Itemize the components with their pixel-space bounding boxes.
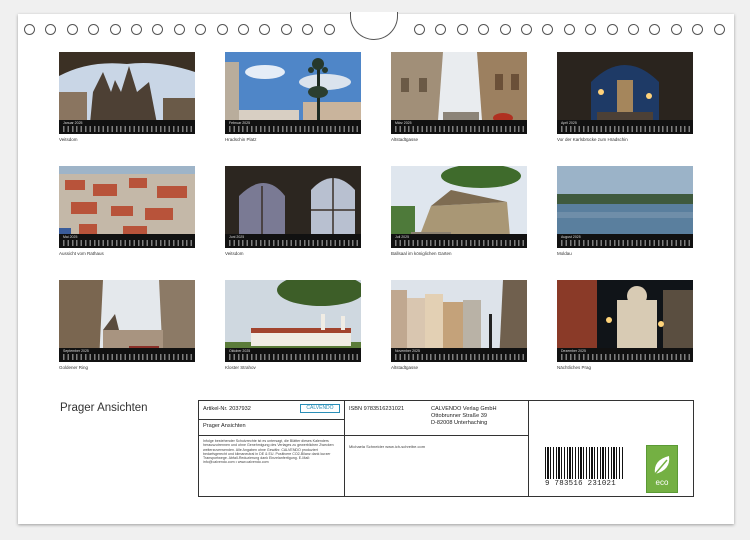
month-thumbnail: März 2025 Altstadtgasse [391,52,527,142]
month-photo: Januar 2025 [59,52,195,134]
month-thumbnail: Januar 2025 Veitsdom [59,52,195,142]
binding-ring [713,24,725,35]
calendar-strip: März 2025 [391,120,527,134]
article-cell: Artikel-Nr. 2037932 CALVENDO Prager Ansi… [199,401,345,496]
binding-ring [323,24,335,35]
calendar-strip: Mai 2025 [59,234,195,248]
calendar-strip: April 2025 [557,120,693,134]
binding-ring [238,24,249,35]
isbn: ISBN 9783516231021 [349,406,405,412]
month-thumbnail: Oktober 2025 Kloster Strahov [225,280,361,370]
calendar-strip: Juni 2025 [225,234,361,248]
binding-ring [499,24,511,35]
article-number: Artikel-Nr. 2037932 [203,406,251,412]
binding-ring [45,24,57,35]
month-thumbnail: Mai 2025 Aussicht vom Rathaus [59,166,195,256]
binding-ring [628,24,639,35]
calendar-strip: Juli 2025 [391,234,527,248]
month-photo: Mai 2025 [59,166,195,248]
binding-ring [152,24,164,35]
binding-ring [109,24,121,35]
month-photo: April 2025 [557,52,693,134]
month-photo: Oktober 2025 [225,280,361,362]
photo-caption: Aussicht vom Rathaus [59,251,104,256]
calendar-strip: September 2025 [59,348,195,362]
month-photo: Juni 2025 [225,166,361,248]
calendar-strip: Februar 2025 [225,120,361,134]
month-photo: Februar 2025 [225,52,361,134]
leaf-icon [654,456,670,475]
photo-caption: Vor der Karlsbrücke zum Hradschin [557,137,628,142]
publisher-cell: ISBN 9783516231021 CALVENDO Verlag GmbH … [345,401,529,496]
binding-ring [563,24,575,35]
binding-ring [478,24,490,35]
binding-ring [414,24,425,35]
product-title: Prager Ansichten [203,423,246,429]
legal-notice: Infolge bestehender Schutzrechte ist es … [203,439,334,465]
photo-caption: Ballsaal im königlichen Garten [391,251,452,256]
binding-ring [606,24,618,35]
publisher-address: CALVENDO Verlag GmbH Ottobrunner Straße … [431,406,497,426]
photo-caption: Moldau [557,251,572,256]
month-thumbnail: August 2025 Moldau [557,166,693,256]
binding-ring [216,24,228,35]
month-thumbnail: Dezember 2025 Nächtliches Prag [557,280,693,370]
isbn-barcode: 9 783516 231021 [545,447,623,488]
author-credit: Michaela Schneider www.ich-schreibe.com [349,444,426,449]
month-thumbnail: September 2025 Goldener Ring [59,280,195,370]
photo-caption: Hradschin Platz [225,137,257,142]
month-photo: November 2025 [391,280,527,362]
calendar-strip: August 2025 [557,234,693,248]
month-photo: Juli 2025 [391,166,527,248]
photo-caption: Veitsdom [59,137,78,142]
photo-caption: Nächtliches Prag [557,365,592,370]
binding-ring [88,24,100,35]
binding-ring [542,24,554,35]
calendar-title: Prager Ansichten [60,402,148,414]
binding-ring [195,24,207,35]
binding-ring [66,24,78,35]
photo-caption: Goldener Ring [59,365,89,370]
binding-ring [302,24,314,35]
binding-ring [585,24,597,35]
barcode-number: 9 783516 231021 [545,480,617,488]
photo-caption: Veitsdom [225,251,244,256]
photo-caption: Altstadtgasse [391,137,419,142]
photo-caption: Altstadtgasse [391,365,419,370]
calendar-strip: Oktober 2025 [225,348,361,362]
calendar-strip: Dezember 2025 [557,348,693,362]
month-thumbnail: Februar 2025 Hradschin Platz [225,52,361,142]
product-info-box: Artikel-Nr. 2037932 CALVENDO Prager Ansi… [198,400,694,497]
month-thumbnail: April 2025 Vor der Karlsbrücke zum Hrads… [557,52,693,142]
binding-ring [456,24,468,35]
binding-ring [259,24,271,35]
month-photo: September 2025 [59,280,195,362]
month-thumbnail: Juni 2025 Veitsdom [225,166,361,256]
binding-ring [670,24,682,35]
eco-label: eco [646,445,678,493]
binding-ring [24,24,35,35]
binding-ring [435,24,447,35]
binding-ring [692,24,704,35]
month-thumbnail: November 2025 Altstadtgasse [391,280,527,370]
month-photo: August 2025 [557,166,693,248]
month-photo: Dezember 2025 [557,280,693,362]
binding-ring [521,24,532,35]
calendar-strip: Januar 2025 [59,120,195,134]
calendar-strip: November 2025 [391,348,527,362]
photo-caption: Kloster Strahov [225,365,256,370]
calendar-back-page: Januar 2025 Veitsdom Februar 2025 Hradsc… [18,12,734,524]
month-thumbnail: Juli 2025 Ballsaal im königlichen Garten [391,166,527,256]
binding-ring [649,24,661,35]
binding-ring [280,24,292,35]
binding-ring [131,24,142,35]
month-photo: März 2025 [391,52,527,134]
calvendo-logo: CALVENDO [300,404,340,413]
binding-ring [173,24,185,35]
